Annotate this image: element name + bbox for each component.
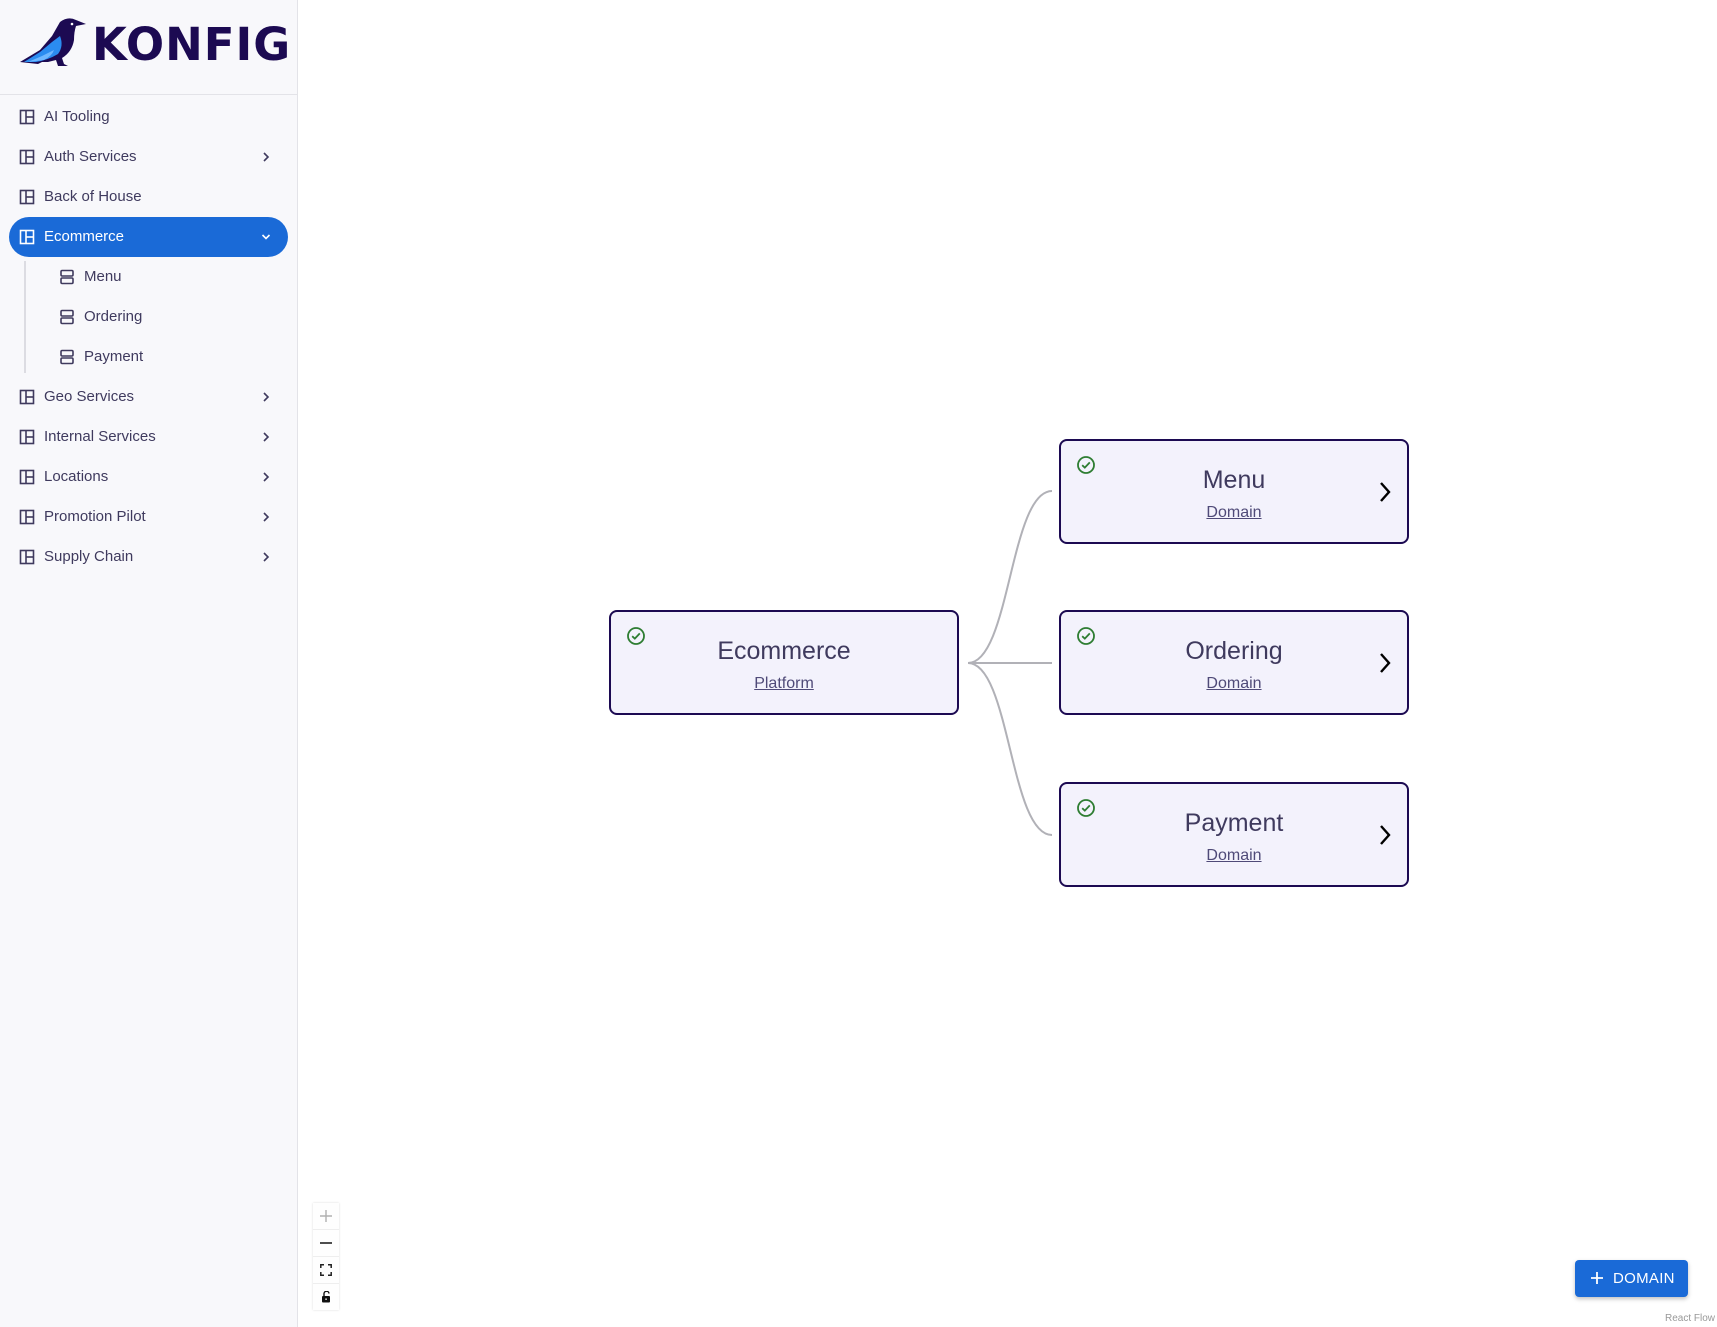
plus-icon — [1591, 1272, 1603, 1284]
sidebar-subitem-ordering[interactable]: Ordering — [9, 297, 288, 337]
layout-icon — [19, 429, 35, 445]
layout-icon — [19, 229, 35, 245]
layout-icon — [19, 469, 35, 485]
layout-icon — [19, 549, 35, 565]
sidebar-subitem-menu[interactable]: Menu — [9, 257, 288, 297]
node-ecommerce-platform[interactable]: Ecommerce Platform — [609, 610, 959, 715]
node-ordering-domain[interactable]: Ordering Domain — [1059, 610, 1409, 715]
chevron-down-icon[interactable] — [260, 229, 272, 245]
flow-controls — [313, 1203, 339, 1310]
sidebar-item-label: Ecommerce — [44, 228, 125, 245]
raven-icon — [20, 18, 86, 66]
sidebar-subitem-label: Ordering — [84, 308, 143, 325]
layout-icon — [19, 149, 35, 165]
sidebar: KONFIG AI Tooling Auth Services Back of … — [0, 0, 298, 1327]
sidebar-item-geo-services[interactable]: Geo Services — [9, 377, 288, 417]
chevron-right-icon[interactable] — [260, 509, 272, 525]
sidebar-item-label: Auth Services — [44, 148, 137, 165]
layout-icon — [19, 389, 35, 405]
chevron-right-icon[interactable] — [1377, 479, 1393, 505]
add-domain-button[interactable]: DOMAIN — [1575, 1260, 1688, 1297]
minus-icon — [320, 1242, 332, 1244]
zoom-out-button[interactable] — [313, 1230, 339, 1257]
sidebar-item-label: Supply Chain — [44, 548, 134, 565]
sidebar-item-label: Back of House — [44, 188, 142, 205]
layout-icon — [19, 509, 35, 525]
sidebar-item-label: Locations — [44, 468, 109, 485]
node-menu-domain[interactable]: Menu Domain — [1059, 439, 1409, 544]
chevron-right-icon[interactable] — [260, 389, 272, 405]
node-type-link[interactable]: Domain — [1061, 503, 1407, 523]
sidebar-subitem-label: Menu — [84, 268, 122, 285]
server-icon — [60, 349, 74, 365]
plus-icon — [320, 1210, 332, 1222]
sidebar-item-back-of-house[interactable]: Back of House — [9, 177, 288, 217]
chevron-right-icon[interactable] — [260, 549, 272, 565]
logo[interactable]: KONFIG — [0, 0, 297, 95]
node-type-link[interactable]: Domain — [1061, 674, 1407, 694]
sidebar-item-internal-services[interactable]: Internal Services — [9, 417, 288, 457]
node-type-link[interactable]: Platform — [611, 674, 957, 694]
node-title: Ecommerce — [717, 637, 851, 665]
chevron-right-icon[interactable] — [1377, 822, 1393, 848]
sidebar-nav: AI Tooling Auth Services Back of House E… — [0, 97, 297, 577]
node-title: Payment — [1184, 809, 1284, 837]
chevron-right-icon[interactable] — [260, 469, 272, 485]
add-domain-label: DOMAIN — [1613, 1270, 1675, 1287]
fit-view-button[interactable] — [313, 1257, 339, 1284]
node-title: Menu — [1202, 466, 1266, 494]
sidebar-item-promotion-pilot[interactable]: Promotion Pilot — [9, 497, 288, 537]
node-title: Ordering — [1185, 637, 1283, 665]
server-icon — [60, 309, 74, 325]
fit-view-icon — [320, 1264, 332, 1276]
server-icon — [60, 269, 74, 285]
zoom-in-button[interactable] — [313, 1203, 339, 1230]
toggle-interactivity-button[interactable] — [313, 1284, 339, 1310]
layout-icon — [19, 109, 35, 125]
sidebar-item-ecommerce[interactable]: Ecommerce — [9, 217, 288, 257]
node-type-link[interactable]: Domain — [1061, 846, 1407, 866]
lock-icon — [322, 1291, 330, 1303]
sidebar-item-label: Geo Services — [44, 388, 135, 405]
sidebar-item-label: Internal Services — [44, 428, 156, 445]
sidebar-subitem-payment[interactable]: Payment — [9, 337, 288, 377]
node-payment-domain[interactable]: Payment Domain — [1059, 782, 1409, 887]
flow-canvas[interactable] — [298, 0, 1717, 1327]
sidebar-item-locations[interactable]: Locations — [9, 457, 288, 497]
react-flow-attribution[interactable]: React Flow — [1665, 1313, 1715, 1324]
sidebar-subitem-label: Payment — [84, 348, 144, 365]
sidebar-item-supply-chain[interactable]: Supply Chain — [9, 537, 288, 577]
chevron-right-icon[interactable] — [260, 429, 272, 445]
chevron-right-icon[interactable] — [1377, 650, 1393, 676]
sidebar-item-label: AI Tooling — [44, 108, 110, 125]
sidebar-item-ai-tooling[interactable]: AI Tooling — [9, 97, 288, 137]
layout-icon — [19, 189, 35, 205]
sidebar-item-label: Promotion Pilot — [44, 508, 146, 525]
chevron-right-icon[interactable] — [260, 149, 272, 165]
sidebar-subitems-ecommerce: Menu Ordering Payment — [0, 257, 297, 377]
brand-name: KONFIG — [92, 18, 292, 71]
sidebar-item-auth-services[interactable]: Auth Services — [9, 137, 288, 177]
